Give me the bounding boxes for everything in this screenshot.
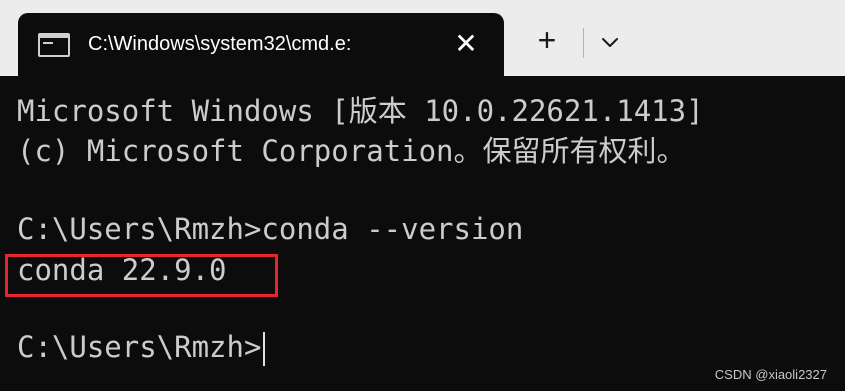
- new-tab-button[interactable]: +: [526, 22, 568, 62]
- chevron-down-icon[interactable]: [592, 24, 628, 60]
- terminal-output[interactable]: Microsoft Windows [版本 10.0.22621.1413] (…: [0, 76, 845, 391]
- tab-cmd[interactable]: C:\Windows\system32\cmd.e: ✕: [18, 13, 504, 76]
- text-cursor: [263, 332, 266, 366]
- tab-title: C:\Windows\system32\cmd.e:: [88, 33, 352, 55]
- highlight-box: [5, 254, 278, 297]
- terminal-icon: [38, 33, 70, 57]
- close-tab-button[interactable]: ✕: [448, 26, 484, 62]
- terminal-line: C:\Users\Rmzh>conda --version: [17, 212, 524, 246]
- divider: [583, 28, 584, 58]
- terminal-line: Microsoft Windows [版本 10.0.22621.1413]: [17, 94, 704, 128]
- prompt-text: C:\Users\Rmzh>: [17, 330, 262, 364]
- tab-bar: C:\Windows\system32\cmd.e: ✕ +: [0, 0, 845, 76]
- terminal-line: (c) Microsoft Corporation。保留所有权利。: [17, 134, 686, 168]
- watermark: CSDN @xiaoli2327: [714, 367, 827, 382]
- prompt-line[interactable]: C:\Users\Rmzh>: [17, 328, 266, 366]
